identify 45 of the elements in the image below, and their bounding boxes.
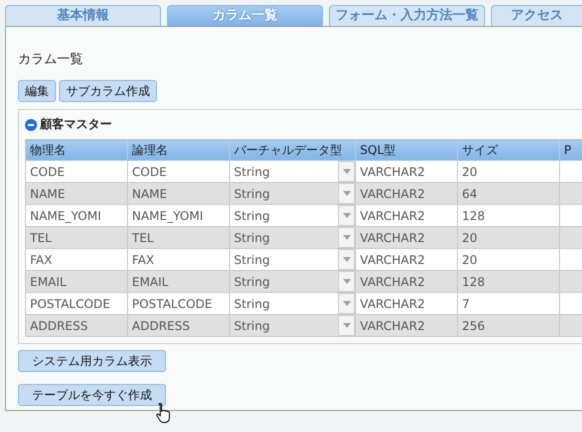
table-cell: NAME_YOMI: [128, 204, 230, 226]
toolbar-button[interactable]: 編集: [18, 80, 56, 102]
table-cell: VARCHAR2: [356, 292, 458, 314]
section-title: 顧客マスター: [40, 116, 112, 133]
table-cell: NAME: [26, 182, 128, 204]
table-cell: 64: [458, 182, 560, 204]
table-cell: TEL: [26, 226, 128, 248]
table-cell: 128: [458, 204, 560, 226]
table-cell: CODE: [128, 160, 230, 182]
table-cell: 20: [458, 160, 560, 182]
page-title: カラム一覧: [18, 51, 84, 68]
action-button[interactable]: テーブルを今すぐ作成: [18, 384, 166, 406]
table-cell: VARCHAR2: [356, 160, 458, 182]
table-cell: VARCHAR2: [356, 204, 458, 226]
table-cell: ADDRESS: [26, 314, 128, 336]
table-cell: FAX: [128, 248, 230, 270]
collapse-icon[interactable]: [25, 118, 37, 130]
table-cell: VARCHAR2: [356, 248, 458, 270]
table-cell: NAME: [128, 182, 230, 204]
action-button[interactable]: システム用カラム表示: [18, 350, 166, 372]
table-cell: VARCHAR2: [356, 270, 458, 292]
column-header[interactable]: サイズ: [458, 140, 560, 160]
column-header[interactable]: バーチャルデータ型: [230, 140, 356, 160]
toolbar-button[interactable]: サブカラム作成: [59, 80, 157, 102]
table-cell: VARCHAR2: [356, 314, 458, 336]
table-cell: 7: [458, 292, 560, 314]
column-header[interactable]: 物理名: [26, 140, 128, 160]
table-cell: 256: [458, 314, 560, 336]
table-cell: VARCHAR2: [356, 226, 458, 248]
column-header[interactable]: P: [560, 140, 582, 160]
table-cell: TEL: [128, 226, 230, 248]
table-cell: 20: [458, 226, 560, 248]
table-cell: POSTALCODE: [128, 292, 230, 314]
table-cell: FAX: [26, 248, 128, 270]
table-cell: CODE: [26, 160, 128, 182]
table-cell: EMAIL: [128, 270, 230, 292]
table-cell: ADDRESS: [128, 314, 230, 336]
table-cell: VARCHAR2: [356, 182, 458, 204]
table-cell: POSTALCODE: [26, 292, 128, 314]
table-cell: 128: [458, 270, 560, 292]
table-cell: 20: [458, 248, 560, 270]
table-cell: NAME_YOMI: [26, 204, 128, 226]
table-cell: EMAIL: [26, 270, 128, 292]
column-header[interactable]: 論理名: [128, 140, 230, 160]
column-header[interactable]: SQL型: [356, 140, 458, 160]
